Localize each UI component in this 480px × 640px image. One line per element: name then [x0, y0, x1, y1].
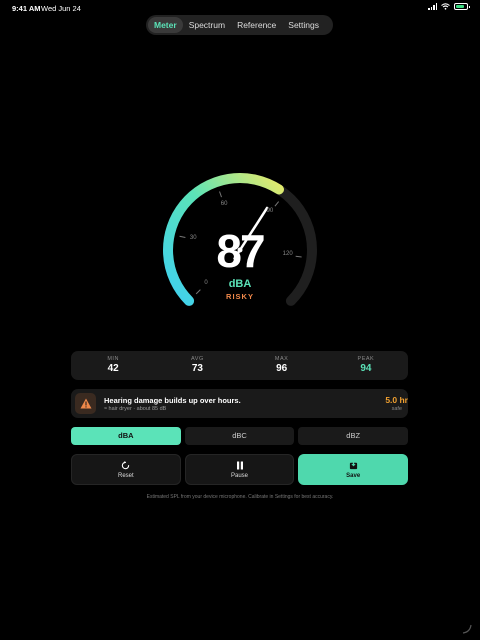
tab-bar: Meter Spectrum Reference Settings: [146, 15, 333, 35]
risk-status: RISKY: [226, 292, 254, 301]
weighting-dbz-button[interactable]: dBZ: [298, 427, 409, 445]
stat-max-value: 96: [276, 363, 288, 374]
weighting-dba-button[interactable]: dBA: [71, 427, 181, 445]
stat-peak: PEAK 94: [324, 351, 408, 380]
reset-icon: [72, 461, 180, 470]
safe-exposure-time: 5.0 hr: [385, 395, 408, 405]
stat-min-label: MIN: [107, 356, 119, 362]
tab-meter[interactable]: Meter: [148, 17, 183, 33]
current-level-value: 87: [216, 225, 265, 277]
pause-icon: [186, 461, 294, 470]
stat-avg: AVG 73: [155, 351, 239, 380]
tab-spectrum[interactable]: Spectrum: [183, 17, 231, 33]
pause-button[interactable]: Pause: [184, 454, 295, 485]
resize-handle-icon: [462, 624, 472, 634]
status-icons: [428, 3, 470, 10]
stat-min-value: 42: [107, 363, 119, 374]
wifi-icon: [441, 3, 450, 10]
save-icon: [299, 461, 407, 470]
footnote: Estimated SPL from your device microphon…: [146, 494, 334, 500]
save-button[interactable]: Save: [298, 454, 409, 485]
stat-max: MAX 96: [240, 351, 324, 380]
status-time: 9:41 AM: [12, 4, 41, 13]
safe-exposure-label: safe: [391, 406, 402, 412]
stat-max-label: MAX: [274, 356, 289, 362]
gauge-tick-label: 60: [220, 200, 228, 207]
pause-label: Pause: [231, 473, 249, 479]
battery-icon: [454, 3, 470, 10]
level-unit: dBA: [228, 278, 252, 290]
status-bar: 9:41 AM Wed Jun 24: [0, 0, 480, 16]
save-label: Save: [346, 473, 361, 479]
gauge-tick-label: 90: [266, 208, 274, 215]
gauge-tick: [219, 191, 222, 198]
warning-title: Hearing damage builds up over hours.: [104, 396, 241, 405]
warning-triangle-icon: [75, 393, 96, 414]
stats-panel: MIN 42 AVG 73 MAX 96 PEAK 94: [71, 351, 408, 380]
status-date: Wed Jun 24: [41, 4, 81, 13]
cellular-signal-icon: [428, 3, 437, 10]
gauge-tick: [274, 201, 280, 207]
stat-avg-value: 73: [191, 363, 203, 374]
weighting-dbc-button[interactable]: dBC: [184, 427, 295, 445]
warning-subtitle: ≈ hair dryer · about 85 dB: [104, 406, 167, 412]
weighting-selector: dBA dBC dBZ: [71, 427, 409, 445]
action-buttons: Reset Pause Save: [71, 454, 409, 485]
stat-avg-label: AVG: [191, 356, 204, 362]
hearing-warning-card: Hearing damage builds up over hours. ≈ h…: [71, 389, 408, 418]
level-gauge: 0 30 60 90 120 87 dBA RISKY: [150, 170, 330, 330]
tab-reference[interactable]: Reference: [231, 17, 282, 33]
stat-peak-label: PEAK: [357, 356, 375, 362]
stat-min: MIN 42: [71, 351, 155, 380]
reset-label: Reset: [117, 473, 134, 479]
reset-button[interactable]: Reset: [71, 454, 181, 485]
stat-peak-value: 94: [360, 363, 372, 374]
tab-settings[interactable]: Settings: [282, 17, 325, 33]
